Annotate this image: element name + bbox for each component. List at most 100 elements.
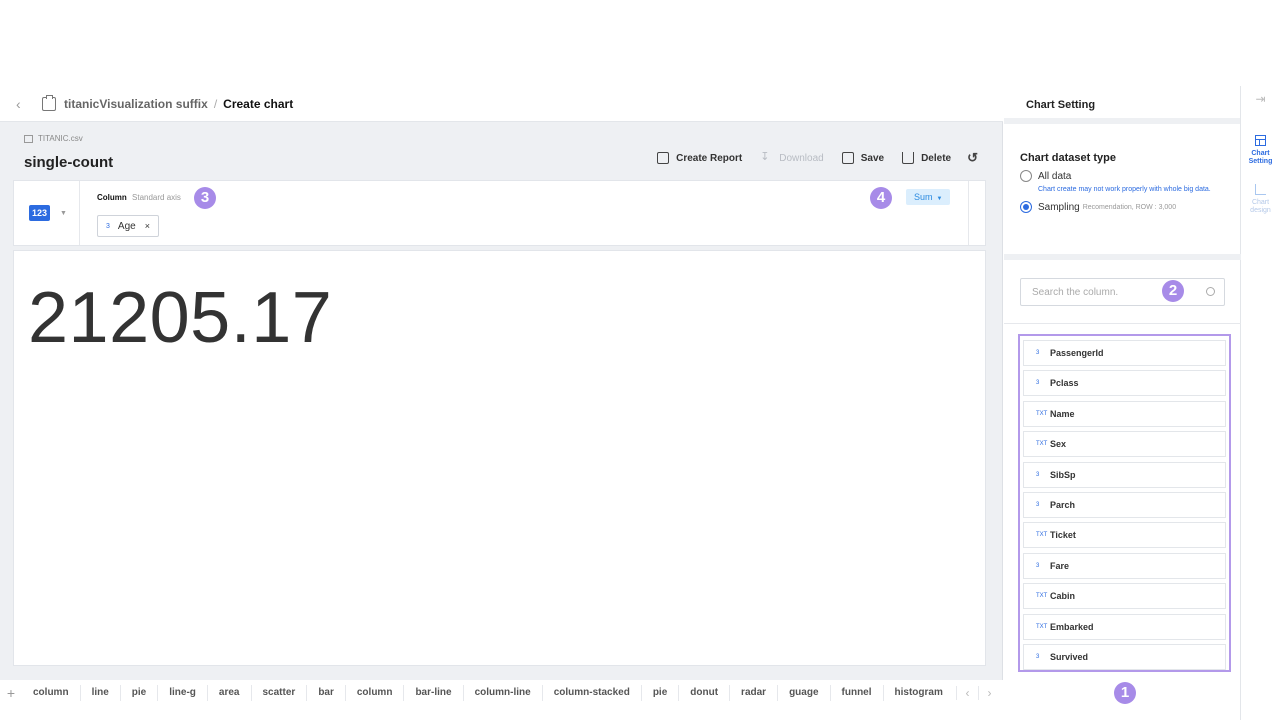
single-value: 21205.17 [28,278,333,358]
column-list-item[interactable]: 3 SibSp [1023,461,1226,488]
column-type: TXT [1036,593,1048,600]
delete-label: Delete [921,152,952,164]
column-type: 3 [1036,653,1040,660]
chart-type-bar: + column line pie line-g area scatter bar colum… [0,680,1003,706]
main-workspace: ‹ titanicVisualization suffix / Create c… [0,86,1003,720]
column-type: 3 [1036,471,1040,478]
chart-settings-panel: Chart Setting Chart dataset type All dat… [1004,86,1241,720]
chevron-down-icon: ▼ [60,209,67,217]
chevron-down-icon: ▼ [936,196,943,202]
chart-type-tab[interactable]: funnel [831,685,884,701]
download-label: Download [779,152,824,164]
column-type: TXT [1036,532,1048,539]
file-label: TITANIC.csv [24,134,83,143]
close-icon[interactable]: × [145,221,150,231]
column-list-item[interactable]: TXT Embarked [1023,613,1226,640]
column-chip[interactable]: 3 Age × [97,215,159,237]
chart-type-tab[interactable]: histogram [884,685,950,701]
chart-type-tab[interactable]: column [22,685,81,701]
rail-chart-design[interactable]: Chart design [1241,184,1280,215]
chevron-left-icon[interactable]: ‹ [956,686,978,700]
grid-icon [1255,135,1266,146]
rail-chart-setting[interactable]: Chart Setting [1241,135,1280,166]
breadcrumb-project[interactable]: titanicVisualization suffix [64,97,208,111]
chart-type-tab[interactable]: column-stacked [543,685,642,701]
radio-icon[interactable] [1020,170,1032,182]
app-root: ‹ titanicVisualization suffix / Create c… [0,86,1280,720]
value-type-selector[interactable]: 123 ▼ [14,181,80,245]
column-list-item[interactable]: 3 Parch [1023,491,1226,518]
search-icon[interactable] [1206,287,1215,296]
chart-type-tab[interactable]: pie [121,685,159,701]
column-type: TXT [1036,410,1048,417]
column-name: Ticket [1050,530,1076,541]
column-search-input[interactable]: Search the column. [1020,278,1225,306]
chart-type-tab[interactable]: bar-line [404,685,464,701]
chart-type-tab[interactable]: line-g [158,685,208,701]
chart-type-tab[interactable]: column-line [464,685,543,701]
chart-type-tab[interactable]: radar [730,685,779,701]
report-icon [42,94,56,111]
column-name: Pclass [1050,378,1079,389]
chart-type-tab[interactable]: guage [778,685,831,701]
column-list-item[interactable]: 3 Pclass [1023,370,1226,397]
column-list-item[interactable]: TXT Name [1023,400,1226,427]
chip-label: Age [117,220,136,232]
column-list-item[interactable]: 3 PassengerId [1023,340,1226,366]
radio-sampling-label: Sampling [1038,201,1080,213]
chart-toolbar: Create Report ↧ Download Save Delete ↺ [639,150,978,166]
column-name: Survived [1050,651,1089,662]
search-placeholder: Search the column. [1032,286,1119,298]
chevron-right-icon[interactable]: › [978,686,1000,700]
chart-type-tab[interactable]: donut [679,685,731,701]
save-icon [841,152,854,164]
chart-canvas: 21205.17 [13,250,986,666]
right-rail: ⇥ Chart Setting Chart design [1241,86,1280,720]
create-report-button[interactable]: Create Report [657,152,742,164]
column-list-item[interactable]: TXT Sex [1023,431,1226,458]
column-list-item[interactable]: TXT Cabin [1023,583,1226,610]
radio-sampling[interactable]: Sampling Recomendation, ROW : 3,000 [1020,201,1241,213]
annotation-badge-4: 4 [870,187,892,209]
aggregation-dropdown[interactable]: Sum ▼ [906,189,951,205]
column-list-item[interactable]: TXT Ticket [1023,522,1226,549]
chart-type-tab[interactable]: pie [642,685,680,701]
tab-scroll: ‹ › [956,686,1000,700]
column-type: 3 [1036,501,1040,508]
column-name: Name [1050,408,1075,419]
column-name: Cabin [1050,591,1076,602]
chart-type-tab[interactable]: bar [307,685,346,701]
collapse-panel-icon[interactable]: ⇥ [1241,93,1280,105]
chart-type-tab[interactable]: scatter [252,685,308,701]
axis-config-panel: 123 ▼ Column Standard axis 3 3 Age × 4 S… [13,180,986,246]
chart-type-tab[interactable]: area [208,685,252,701]
column-subtitle: Standard axis [132,193,181,202]
numeric-type-badge: 123 [29,205,51,221]
chart-type-tab[interactable]: column [346,685,405,701]
download-button[interactable]: ↧ Download [760,152,823,164]
column-type: 3 [1036,350,1040,356]
chart-type-tab[interactable]: line [81,685,121,701]
sampling-note: Recomendation, ROW : 3,000 [1082,203,1177,211]
radio-all-data[interactable]: All data [1020,170,1241,182]
column-list-item[interactable]: 3 Fare [1023,552,1226,579]
reset-icon[interactable]: ↺ [967,150,978,166]
column-list-item[interactable]: 3 Survived [1023,643,1226,670]
rail-chart-design-label: Chart design [1250,199,1271,214]
chip-type: 3 [106,222,110,230]
column-title: Column [97,193,127,202]
breadcrumb-current: Create chart [223,96,294,111]
rail-chart-setting-label: Chart Setting [1248,150,1273,165]
column-axis-title: Column Standard axis [97,193,181,202]
column-name: Embarked [1050,621,1094,632]
add-icon[interactable]: + [0,685,22,701]
column-name: SibSp [1050,469,1076,480]
save-button[interactable]: Save [841,152,884,164]
dataset-type-title: Chart dataset type [1020,152,1116,164]
back-icon[interactable]: ‹ [16,96,30,112]
annotation-badge-1: 1 [1114,682,1136,704]
delete-button[interactable]: Delete [902,152,951,164]
column-type: 3 [1036,562,1040,569]
create-report-label: Create Report [676,152,743,164]
radio-selected-icon[interactable] [1020,201,1032,213]
